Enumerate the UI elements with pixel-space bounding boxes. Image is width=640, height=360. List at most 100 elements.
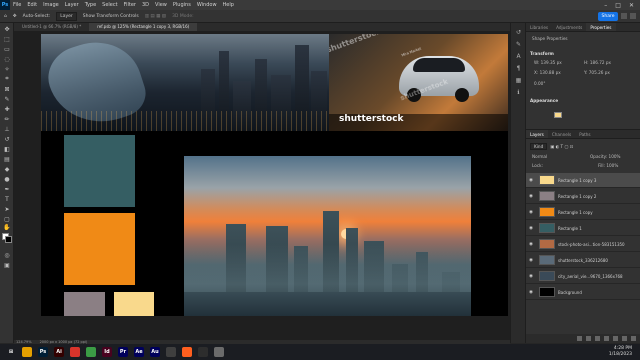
taskbar-app-icon[interactable]: Ai	[54, 347, 64, 357]
layer-row[interactable]: ◉ Rectangle 1 copy 2	[526, 189, 640, 204]
angle-field[interactable]: 0.00°	[534, 81, 545, 86]
orange-swatch-rectangle[interactable]	[64, 213, 135, 285]
tab-paths[interactable]: Paths	[575, 130, 594, 138]
fill-color-swatch[interactable]	[554, 112, 562, 118]
taskbar-app-icon[interactable]	[86, 347, 96, 357]
menu-select[interactable]: Select	[99, 2, 120, 8]
auto-select-checkbox[interactable]: Auto-Select:	[23, 14, 51, 19]
close-icon[interactable]: ✕	[629, 2, 634, 9]
frame-tool-icon[interactable]: ⊠	[3, 85, 11, 93]
visibility-eye-icon[interactable]: ◉	[526, 178, 536, 183]
taskbar-app-icon[interactable]: ⊞	[6, 347, 16, 357]
taskbar-app-icon[interactable]: Au	[150, 347, 160, 357]
brush-tool-icon[interactable]: ✏	[3, 115, 11, 123]
menu-help[interactable]: Help	[220, 2, 237, 8]
menu-type[interactable]: Type	[82, 2, 99, 8]
tab-properties[interactable]: Properties	[586, 23, 616, 31]
swatches-icon[interactable]: ▦	[515, 77, 522, 84]
x-field[interactable]: X: 130.88 px	[534, 70, 561, 75]
eraser-tool-icon[interactable]: ◧	[3, 145, 11, 153]
menu-view[interactable]: View	[152, 2, 170, 8]
home-icon[interactable]: ⌂	[4, 14, 7, 19]
visibility-eye-icon[interactable]: ◉	[526, 274, 536, 279]
layer-row[interactable]: ◉ Background	[526, 285, 640, 300]
layer-row[interactable]: ◉ city_aerial_vie...9670_1366x768	[526, 269, 640, 284]
visibility-eye-icon[interactable]: ◉	[526, 242, 536, 247]
width-field[interactable]: W: 139.35 px	[534, 60, 562, 65]
taskbar-app-icon[interactable]	[166, 347, 176, 357]
share-button[interactable]: Share	[598, 12, 618, 21]
teal-swatch-rectangle[interactable]	[64, 135, 135, 207]
tab-ref-psb[interactable]: ref.psb @ 125% (Rectangle 1 copy 3, RGB/…	[89, 23, 198, 31]
type-tool-icon[interactable]: T	[3, 195, 11, 203]
menu-window[interactable]: Window	[194, 2, 220, 8]
height-field[interactable]: H: 186.72 px	[584, 60, 611, 65]
character-icon[interactable]: A	[515, 53, 522, 60]
taskbar-app-icon[interactable]: Ae	[134, 347, 144, 357]
taskbar-app-icon[interactable]: Ps	[38, 347, 48, 357]
visibility-eye-icon[interactable]: ◉	[526, 258, 536, 263]
maximize-icon[interactable]: □	[615, 2, 621, 9]
marquee-tool-icon[interactable]: ▭	[3, 45, 11, 53]
canvas-area[interactable]: shutterstock shutterstock shutterstock M…	[14, 31, 510, 340]
quick-mask-icon[interactable]: ◎	[3, 251, 11, 259]
tab-adjustments[interactable]: Adjustments	[552, 23, 586, 31]
link-layers-icon[interactable]	[577, 336, 582, 341]
eyedropper-icon[interactable]: ✎	[3, 95, 11, 103]
clone-stamp-icon[interactable]: ⊥	[3, 125, 11, 133]
minimize-icon[interactable]: –	[604, 2, 607, 9]
crop-tool-icon[interactable]: ⌗	[3, 75, 11, 83]
document-canvas[interactable]: shutterstock shutterstock shutterstock M…	[41, 34, 508, 316]
menu-file[interactable]: File	[10, 2, 24, 8]
search-icon[interactable]	[621, 13, 627, 19]
menu-filter[interactable]: Filter	[121, 2, 139, 8]
background-color-swatch[interactable]	[5, 236, 12, 243]
show-transform-checkbox[interactable]: Show Transform Controls	[83, 14, 139, 19]
delete-layer-icon[interactable]	[631, 336, 636, 341]
blend-mode-select[interactable]: Normal	[532, 154, 547, 159]
healing-brush-icon[interactable]: ✚	[3, 105, 11, 113]
rectangle-tool-icon[interactable]: ▢	[3, 215, 11, 223]
add-mask-icon[interactable]	[595, 336, 600, 341]
path-selection-icon[interactable]: ➤	[3, 205, 11, 213]
taskbar-app-icon[interactable]	[70, 347, 80, 357]
workspace-icon[interactable]	[630, 13, 636, 19]
visibility-eye-icon[interactable]: ◉	[526, 290, 536, 295]
taskbar-app-icon[interactable]: Pr	[118, 347, 128, 357]
taskbar-app-icon[interactable]	[182, 347, 192, 357]
taskbar-app-icon[interactable]: Id	[102, 347, 112, 357]
visibility-eye-icon[interactable]: ◉	[526, 194, 536, 199]
layer-row[interactable]: ◉ Rectangle 1 copy	[526, 205, 640, 220]
appearance-heading[interactable]: Appearance	[530, 98, 558, 103]
pen-tool-icon[interactable]: ✒	[3, 185, 11, 193]
gray-swatch-rectangle[interactable]	[64, 292, 105, 316]
taskbar-app-icon[interactable]	[198, 347, 208, 357]
info-icon[interactable]: ℹ	[515, 89, 522, 96]
tab-channels[interactable]: Channels	[548, 130, 575, 138]
hand-tool-icon[interactable]: ✋	[3, 223, 11, 231]
blur-tool-icon[interactable]: ◆	[3, 165, 11, 173]
menu-plugins[interactable]: Plugins	[170, 2, 194, 8]
taskbar-app-icon[interactable]	[214, 347, 224, 357]
artboard-tool-icon[interactable]: ⬚	[3, 35, 11, 43]
gradient-tool-icon[interactable]: ▤	[3, 155, 11, 163]
new-group-icon[interactable]	[613, 336, 618, 341]
auto-select-target[interactable]: Layer	[56, 11, 77, 21]
paragraph-icon[interactable]: ¶	[515, 65, 522, 72]
taskbar-app-icon[interactable]	[22, 347, 32, 357]
dodge-tool-icon[interactable]: ●	[3, 175, 11, 183]
layer-row[interactable]: ◉ shutterstock_336212680	[526, 253, 640, 268]
cream-swatch-rectangle[interactable]	[114, 292, 154, 316]
system-clock[interactable]: 4:28 PM 1/18/2023	[609, 346, 632, 357]
lasso-tool-icon[interactable]: ◌	[3, 55, 11, 63]
magic-wand-icon[interactable]: ✧	[3, 65, 11, 73]
opacity-field[interactable]: Opacity: 100%	[590, 154, 621, 159]
menu-layer[interactable]: Layer	[62, 2, 82, 8]
layer-row[interactable]: ◉ Rectangle 1 copy 3	[526, 173, 640, 188]
adjustment-layer-icon[interactable]	[604, 336, 609, 341]
menu-edit[interactable]: Edit	[24, 2, 40, 8]
tab-libraries[interactable]: Libraries	[526, 23, 552, 31]
history-icon[interactable]: ↺	[515, 29, 522, 36]
y-field[interactable]: Y: 705.26 px	[584, 70, 610, 75]
visibility-eye-icon[interactable]: ◉	[526, 210, 536, 215]
